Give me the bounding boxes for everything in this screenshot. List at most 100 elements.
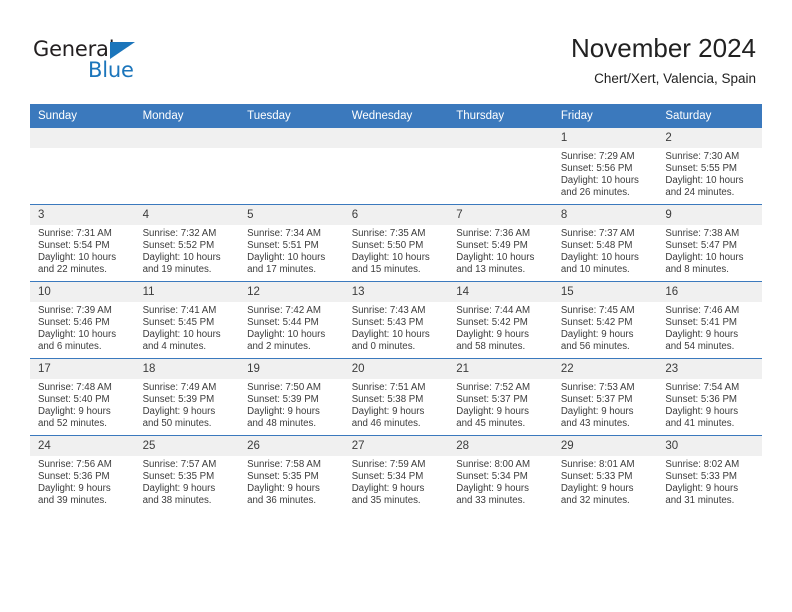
calendar-day-cell[interactable]: 7 Sunrise: 7:36 AM Sunset: 5:49 PM Daylight… (448, 204, 553, 282)
calendar-day-cell[interactable]: 3 Sunrise: 7:31 AM Sunset: 5:54 PM Daylight… (30, 204, 135, 282)
calendar-day-cell[interactable]: 1 Sunrise: 7:29 AM Sunset: 5:56 PM Daylight… (552, 128, 658, 205)
calendar-day-cell[interactable]: 28 Sunrise: 8:00 AM Sunset: 5:34 PM Dayligh… (448, 435, 553, 512)
calendar-day-cell[interactable]: 23 Sunrise: 7:54 AM Sunset: 5:36 PM Dayligh… (657, 358, 762, 436)
daylight-text: Daylight: 10 hours and 15 minutes. (351, 252, 430, 276)
calendar-day-cell[interactable]: 25 Sunrise: 7:57 AM Sunset: 5:35 PM Dayligh… (134, 435, 240, 512)
weekday-header-thursday: Thursday (448, 104, 553, 128)
calendar-day-cell[interactable]: 27 Sunrise: 7:59 AM Sunset: 5:34 PM Dayligh… (343, 435, 449, 512)
sunset-text: Sunset: 5:49 PM (456, 240, 528, 252)
calendar-empty-cell (134, 128, 240, 205)
sunset-text: Sunset: 5:36 PM (665, 394, 737, 406)
calendar-day-cell[interactable]: 30 Sunrise: 8:02 AM Sunset: 5:33 PM Dayligh… (657, 435, 762, 512)
sunset-text: Sunset: 5:41 PM (665, 317, 737, 329)
daylight-text: Daylight: 10 hours and 6 minutes. (38, 329, 117, 353)
weekday-header-saturday: Saturday (657, 104, 762, 128)
sunset-text: Sunset: 5:33 PM (560, 471, 633, 483)
day-details: Sunrise: 7:54 AM Sunset: 5:36 PM Daylight:… (657, 379, 762, 430)
daylight-text: Daylight: 10 hours and 4 minutes. (142, 329, 221, 353)
calendar-day-cell[interactable]: 16 Sunrise: 7:46 AM Sunset: 5:41 PM Dayligh… (657, 281, 762, 359)
calendar-day-cell[interactable]: 26 Sunrise: 7:58 AM Sunset: 5:35 PM Dayligh… (239, 435, 344, 512)
sunrise-text: Sunrise: 7:43 AM (351, 305, 426, 316)
calendar-day-cell[interactable]: 12 Sunrise: 7:42 AM Sunset: 5:44 PM Dayligh… (239, 281, 344, 359)
sunrise-text: Sunrise: 7:52 AM (456, 382, 531, 393)
calendar-day-cell[interactable]: 22 Sunrise: 7:53 AM Sunset: 5:37 PM Dayligh… (552, 358, 658, 436)
calendar-day-cell[interactable]: 9 Sunrise: 7:38 AM Sunset: 5:47 PM Daylight… (657, 204, 762, 282)
daylight-text: Daylight: 9 hours and 38 minutes. (142, 483, 216, 507)
day-number: 1 (552, 128, 658, 148)
day-number: 5 (239, 205, 344, 225)
calendar-day-cell[interactable]: 19 Sunrise: 7:50 AM Sunset: 5:39 PM Dayligh… (239, 358, 344, 436)
calendar-week-row: 24 Sunrise: 7:56 AM Sunset: 5:36 PM Dayligh… (30, 435, 762, 512)
day-number: 30 (657, 436, 762, 456)
weekday-header-monday: Monday (134, 104, 240, 128)
day-details: Sunrise: 7:35 AM Sunset: 5:50 PM Daylight:… (344, 225, 449, 276)
general-blue-logo[interactable]: General Blue (33, 38, 163, 84)
sunset-text: Sunset: 5:39 PM (142, 394, 215, 406)
page-subtitle: Chert/Xert, Valencia, Spain (594, 71, 756, 86)
day-number: 4 (134, 205, 240, 225)
daylight-text: Daylight: 10 hours and 8 minutes. (665, 252, 744, 276)
daylight-text: Daylight: 9 hours and 45 minutes. (456, 406, 529, 430)
calendar-day-cell[interactable]: 4 Sunrise: 7:32 AM Sunset: 5:52 PM Daylight… (134, 204, 240, 282)
sunset-text: Sunset: 5:55 PM (665, 163, 737, 175)
day-details: Sunrise: 7:58 AM Sunset: 5:35 PM Daylight:… (239, 456, 344, 507)
calendar-day-cell[interactable]: 21 Sunrise: 7:52 AM Sunset: 5:37 PM Dayligh… (448, 358, 553, 436)
calendar-empty-cell (343, 128, 449, 205)
day-number (448, 128, 553, 148)
daylight-text: Daylight: 10 hours and 17 minutes. (247, 252, 326, 276)
daylight-text: Daylight: 9 hours and 31 minutes. (665, 483, 739, 507)
day-number: 19 (239, 359, 344, 379)
calendar-day-cell[interactable]: 15 Sunrise: 7:45 AM Sunset: 5:42 PM Dayligh… (552, 281, 658, 359)
day-number: 25 (134, 436, 240, 456)
sunrise-text: Sunrise: 7:51 AM (351, 382, 426, 393)
calendar-day-cell[interactable]: 18 Sunrise: 7:49 AM Sunset: 5:39 PM Dayligh… (134, 358, 240, 436)
daylight-text: Daylight: 10 hours and 19 minutes. (142, 252, 221, 276)
calendar-header-row: Sunday Monday Tuesday Wednesday Thursday… (30, 104, 762, 128)
calendar-day-cell[interactable]: 11 Sunrise: 7:41 AM Sunset: 5:45 PM Dayligh… (134, 281, 240, 359)
calendar-day-cell[interactable]: 10 Sunrise: 7:39 AM Sunset: 5:46 PM Dayligh… (30, 281, 135, 359)
day-details: Sunrise: 7:36 AM Sunset: 5:49 PM Daylight:… (448, 225, 553, 276)
day-number: 24 (30, 436, 135, 456)
sunrise-text: Sunrise: 7:48 AM (38, 382, 112, 393)
sunrise-text: Sunrise: 8:00 AM (456, 459, 531, 470)
calendar-table: Sunday Monday Tuesday Wednesday Thursday… (30, 104, 762, 512)
calendar-body: 1 Sunrise: 7:29 AM Sunset: 5:56 PM Daylight… (30, 128, 762, 512)
day-number (343, 128, 449, 148)
calendar-day-cell[interactable]: 14 Sunrise: 7:44 AM Sunset: 5:42 PM Dayligh… (448, 281, 553, 359)
day-number: 7 (448, 205, 553, 225)
calendar-day-cell[interactable]: 13 Sunrise: 7:43 AM Sunset: 5:43 PM Dayligh… (343, 281, 449, 359)
day-number: 22 (552, 359, 658, 379)
sunrise-text: Sunrise: 7:50 AM (247, 382, 321, 393)
day-number: 28 (448, 436, 553, 456)
day-details: Sunrise: 7:51 AM Sunset: 5:38 PM Daylight:… (344, 379, 449, 430)
day-details: Sunrise: 7:37 AM Sunset: 5:48 PM Daylight:… (553, 225, 658, 276)
page-header: General Blue November 2024 Chert/Xert, V… (0, 0, 792, 104)
calendar-day-cell[interactable]: 2 Sunrise: 7:30 AM Sunset: 5:55 PM Daylight… (657, 128, 762, 205)
daylight-text: Daylight: 9 hours and 58 minutes. (456, 329, 529, 353)
day-number: 27 (343, 436, 449, 456)
calendar-day-cell[interactable]: 24 Sunrise: 7:56 AM Sunset: 5:36 PM Dayligh… (30, 435, 135, 512)
day-details: Sunrise: 7:38 AM Sunset: 5:47 PM Daylight:… (657, 225, 762, 276)
calendar-day-cell[interactable]: 8 Sunrise: 7:37 AM Sunset: 5:48 PM Daylight… (552, 204, 658, 282)
calendar-day-cell[interactable]: 29 Sunrise: 8:01 AM Sunset: 5:33 PM Dayligh… (552, 435, 658, 512)
calendar-day-cell[interactable]: 6 Sunrise: 7:35 AM Sunset: 5:50 PM Daylight… (343, 204, 449, 282)
day-details: Sunrise: 7:34 AM Sunset: 5:51 PM Daylight:… (239, 225, 344, 276)
sunset-text: Sunset: 5:46 PM (38, 317, 110, 329)
day-number: 8 (552, 205, 658, 225)
calendar-day-cell[interactable]: 20 Sunrise: 7:51 AM Sunset: 5:38 PM Dayligh… (343, 358, 449, 436)
day-details: Sunrise: 7:29 AM Sunset: 5:56 PM Daylight:… (553, 148, 658, 199)
day-number (30, 128, 135, 148)
calendar-day-cell[interactable]: 5 Sunrise: 7:34 AM Sunset: 5:51 PM Daylight… (239, 204, 344, 282)
sunrise-text: Sunrise: 7:58 AM (247, 459, 321, 470)
title-block: November 2024 Chert/Xert, Valencia, Spai… (571, 32, 756, 87)
day-details: Sunrise: 7:57 AM Sunset: 5:35 PM Daylight:… (135, 456, 240, 507)
day-number: 6 (343, 205, 449, 225)
daylight-text: Daylight: 10 hours and 2 minutes. (247, 329, 326, 353)
calendar-day-cell[interactable]: 17 Sunrise: 7:48 AM Sunset: 5:40 PM Dayligh… (30, 358, 135, 436)
sunrise-text: Sunrise: 7:31 AM (38, 228, 112, 239)
sunset-text: Sunset: 5:48 PM (560, 240, 633, 252)
calendar-week-row: 17 Sunrise: 7:48 AM Sunset: 5:40 PM Dayligh… (30, 358, 762, 436)
day-number: 9 (657, 205, 762, 225)
day-number (239, 128, 344, 148)
day-details: Sunrise: 7:53 AM Sunset: 5:37 PM Daylight:… (553, 379, 658, 430)
